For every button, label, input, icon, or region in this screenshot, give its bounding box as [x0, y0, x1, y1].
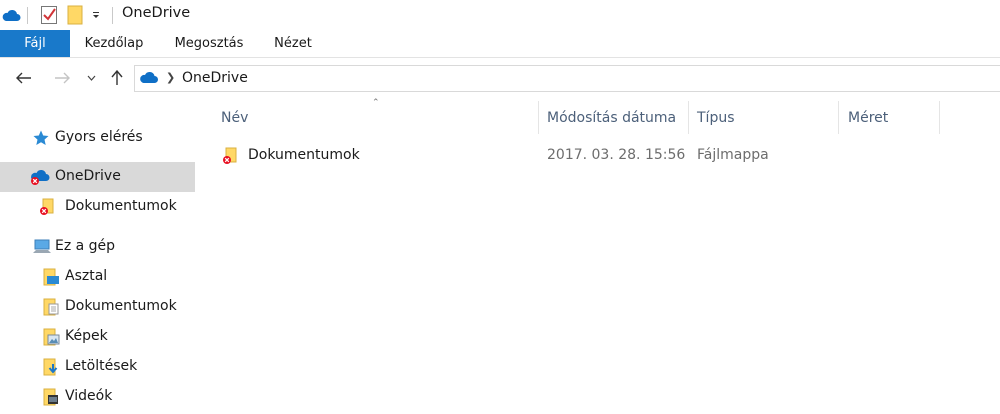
documents-folder-icon [43, 298, 59, 316]
navigation-pane: Gyors elérés OneDrive Dokumentumok Ez a … [0, 98, 197, 414]
folder-icon [223, 147, 237, 164]
nav-item-this-pc[interactable]: Ez a gép [0, 232, 195, 262]
videos-folder-icon [43, 388, 58, 406]
nav-label: OneDrive [55, 168, 121, 184]
column-header-name[interactable]: Név [218, 98, 538, 134]
computer-icon [33, 239, 51, 253]
properties-check-icon[interactable] [38, 4, 60, 26]
nav-item-onedrive-documents[interactable]: Dokumentumok [0, 192, 195, 222]
tab-home[interactable]: Kezdőlap [78, 30, 150, 57]
forward-button[interactable] [52, 68, 72, 88]
onedrive-cloud-icon [31, 169, 50, 185]
toolbar-divider [27, 7, 28, 24]
breadcrumb-chevron-icon[interactable]: ❯ [166, 71, 175, 84]
address-bar[interactable]: ❯ OneDrive [134, 65, 1000, 92]
nav-item-desktop[interactable]: Asztal [0, 262, 195, 292]
row-type: Fájlmappa [697, 147, 769, 163]
column-header-modified[interactable]: Módosítás dátuma [539, 98, 688, 134]
nav-label: Képek [65, 328, 108, 344]
new-folder-icon[interactable] [64, 4, 86, 26]
nav-item-quick-access[interactable]: Gyors elérés [0, 123, 195, 153]
file-list: ⌃ Név Módosítás dátuma Típus Méret Dokum… [196, 98, 1000, 414]
nav-label: Asztal [65, 268, 108, 284]
downloads-folder-icon [43, 358, 58, 376]
tab-file[interactable]: Fájl [0, 30, 70, 57]
row-modified: 2017. 03. 28. 15:56 [547, 147, 686, 163]
customize-dropdown-icon[interactable] [88, 4, 104, 26]
table-row[interactable]: Dokumentumok 2017. 03. 28. 15:56 Fájlmap… [218, 144, 998, 168]
chevron-down-icon [87, 75, 95, 81]
tab-view[interactable]: Nézet [266, 30, 320, 57]
column-header-size[interactable]: Méret [839, 98, 939, 134]
nav-item-documents[interactable]: Dokumentumok [0, 292, 195, 322]
back-arrow-icon [16, 72, 31, 84]
nav-item-videos[interactable]: Videók [0, 382, 195, 412]
up-button[interactable] [107, 68, 127, 88]
column-divider[interactable] [939, 101, 940, 134]
recent-locations-button[interactable] [84, 68, 98, 88]
nav-label: Ez a gép [55, 238, 116, 254]
nav-label: Videók [65, 388, 113, 404]
column-header-type[interactable]: Típus [689, 98, 838, 134]
row-name: Dokumentumok [248, 147, 360, 163]
tab-share[interactable]: Megosztás [166, 30, 252, 57]
desktop-folder-icon [43, 268, 59, 286]
ribbon: Fájl Kezdőlap Megosztás Nézet [0, 30, 1000, 58]
nav-label: Dokumentumok [65, 298, 177, 314]
forward-arrow-icon [55, 72, 70, 84]
pictures-folder-icon [43, 328, 60, 346]
nav-label: Gyors elérés [55, 129, 143, 145]
window-title: OneDrive [122, 5, 191, 21]
onedrive-cloud-icon [139, 70, 159, 90]
nav-label: Dokumentumok [65, 198, 177, 214]
nav-item-pictures[interactable]: Képek [0, 322, 195, 352]
nav-item-onedrive[interactable]: OneDrive [0, 162, 195, 192]
nav-item-downloads[interactable]: Letöltések [0, 352, 195, 382]
up-arrow-icon [111, 70, 123, 85]
toolbar-divider [112, 7, 113, 24]
back-button[interactable] [14, 68, 34, 88]
star-icon [33, 130, 49, 145]
onedrive-cloud-icon[interactable] [0, 4, 22, 26]
folder-icon [40, 198, 54, 215]
breadcrumb-onedrive[interactable]: OneDrive [182, 70, 248, 86]
title-bar: OneDrive [0, 0, 1000, 30]
nav-label: Letöltések [65, 358, 138, 374]
